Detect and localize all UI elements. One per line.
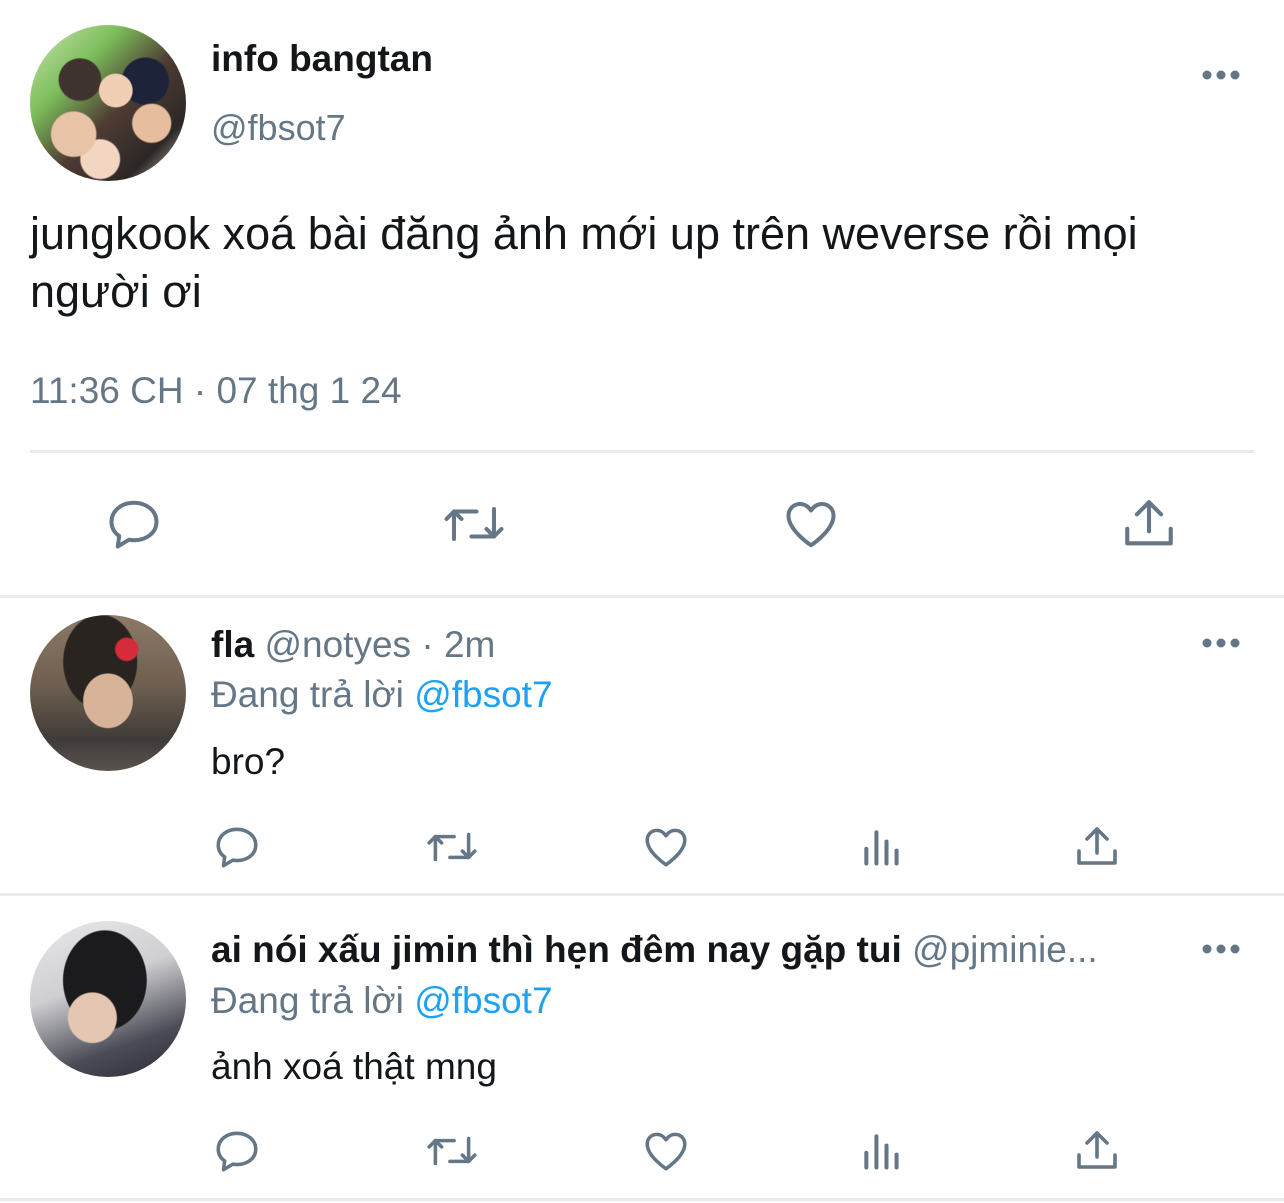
reply-header: ai nói xấu jimin thì hẹn đêm nay gặp tui… [211,929,1191,971]
analytics-icon[interactable] [858,1126,904,1176]
reply-handle[interactable]: @pjminie... [912,929,1098,970]
retweet-icon[interactable] [424,1126,480,1176]
share-icon[interactable] [1118,492,1180,556]
reply-time[interactable]: 2m [444,624,495,665]
reply-icon[interactable] [211,1126,263,1176]
reply-handle[interactable]: @notyes [264,624,411,665]
reply-icon[interactable] [102,492,166,556]
more-options-icon[interactable] [1201,636,1241,648]
divider [0,1198,1284,1201]
reply-text: bro? [211,741,286,782]
author-display-name[interactable]: info bangtan [211,38,433,80]
more-options-icon[interactable] [1201,942,1241,954]
divider [0,893,1284,896]
reply-author-avatar[interactable] [30,921,186,1077]
replying-to: Đang trả lời @fbsot7 [211,980,553,1022]
replying-to: Đang trả lời @fbsot7 [211,674,553,716]
share-icon[interactable] [1072,822,1122,872]
reply-author-avatar[interactable] [30,615,186,771]
separator-dot: · [421,624,434,665]
reply-display-name[interactable]: ai nói xấu jimin thì hẹn đêm nay gặp tui [211,929,902,970]
reply-display-name[interactable]: fla [211,624,254,665]
author-avatar[interactable] [30,25,186,181]
share-icon[interactable] [1072,1126,1122,1176]
retweet-icon[interactable] [424,822,480,872]
like-icon[interactable] [778,492,844,556]
tweet-text: jungkook xoá bài đăng ảnh mới up trên we… [30,208,1138,317]
reply-text: ảnh xoá thật mng [211,1046,497,1087]
divider [30,450,1254,453]
more-options-icon[interactable] [1201,68,1241,80]
mention-link[interactable]: @fbsot7 [414,674,552,715]
retweet-icon[interactable] [440,492,508,556]
replying-prefix: Đang trả lời [211,674,404,715]
tweet-timestamp[interactable]: 11:36 CH · 07 thg 1 24 [30,370,402,412]
like-icon[interactable] [640,1126,692,1176]
mention-link[interactable]: @fbsot7 [414,980,552,1021]
reply-icon[interactable] [211,822,263,872]
analytics-icon[interactable] [858,822,904,872]
like-icon[interactable] [640,822,692,872]
reply-header: fla @notyes · 2m [211,624,495,666]
divider [0,595,1284,598]
author-handle[interactable]: @fbsot7 [211,107,346,149]
replying-prefix: Đang trả lời [211,980,404,1021]
